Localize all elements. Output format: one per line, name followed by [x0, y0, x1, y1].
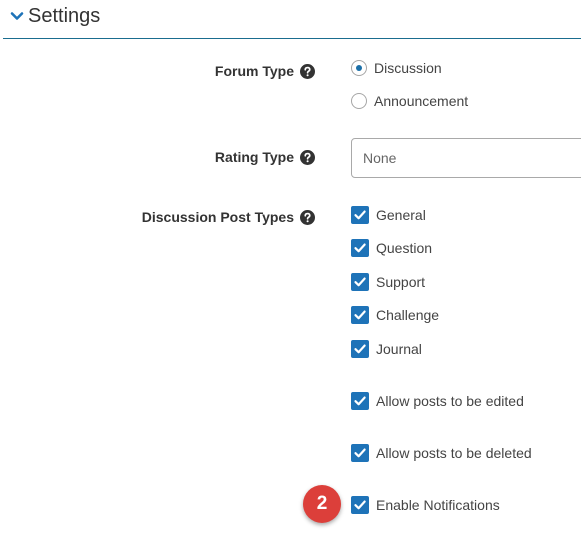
- question-circle-icon[interactable]: [300, 149, 315, 165]
- checkbox-checked-icon[interactable]: [351, 206, 369, 224]
- checkbox-checked-icon[interactable]: [351, 444, 369, 462]
- checkbox-checked-icon[interactable]: [351, 306, 369, 324]
- forum-type-option-discussion[interactable]: Discussion: [351, 60, 442, 76]
- forum-type-label: Forum Type: [215, 63, 315, 79]
- question-circle-icon[interactable]: [300, 63, 315, 79]
- allow-delete-checkbox[interactable]: Allow posts to be deleted: [351, 444, 532, 462]
- post-type-support[interactable]: Support: [351, 273, 425, 291]
- discussion-post-types-label: Discussion Post Types: [142, 209, 315, 225]
- section-divider: [3, 38, 581, 39]
- post-type-journal[interactable]: Journal: [351, 340, 422, 358]
- checkbox-checked-icon[interactable]: [351, 273, 369, 291]
- post-type-general[interactable]: General: [351, 206, 426, 224]
- rating-type-select[interactable]: None: [351, 138, 581, 178]
- section-title: Settings: [28, 4, 101, 27]
- radio-selected-icon[interactable]: [351, 60, 367, 76]
- rating-type-value: None: [363, 150, 397, 166]
- post-type-question[interactable]: Question: [351, 239, 432, 257]
- enable-notifications-checkbox[interactable]: Enable Notifications: [351, 496, 500, 514]
- post-type-challenge[interactable]: Challenge: [351, 306, 439, 324]
- radio-unselected-icon[interactable]: [351, 93, 367, 109]
- checkbox-checked-icon[interactable]: [351, 239, 369, 257]
- chevron-down-icon: [10, 9, 24, 23]
- settings-panel: Settings Forum Type Discussion Announcem…: [0, 0, 581, 534]
- checkbox-checked-icon[interactable]: [351, 496, 369, 514]
- checkbox-checked-icon[interactable]: [351, 392, 369, 410]
- question-circle-icon[interactable]: [300, 209, 315, 225]
- step-badge: 2: [303, 485, 341, 523]
- checkbox-checked-icon[interactable]: [351, 340, 369, 358]
- rating-type-label: Rating Type: [215, 149, 315, 165]
- allow-edit-checkbox[interactable]: Allow posts to be edited: [351, 392, 524, 410]
- forum-type-option-announcement[interactable]: Announcement: [351, 93, 468, 109]
- settings-section-toggle[interactable]: Settings: [10, 2, 100, 30]
